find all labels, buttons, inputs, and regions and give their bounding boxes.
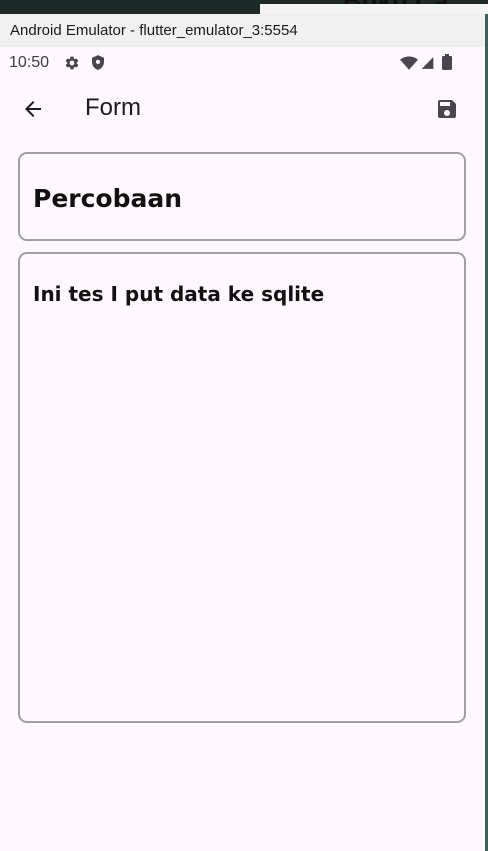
window-titlebar[interactable]: Android Emulator - flutter_emulator_3:55…: [0, 14, 485, 47]
page-title: Form: [85, 94, 141, 121]
background-strip: [260, 4, 488, 14]
save-button[interactable]: [427, 89, 467, 129]
status-time: 10:50: [9, 54, 50, 71]
back-button[interactable]: [13, 89, 53, 129]
window-title: Android Emulator - flutter_emulator_3:55…: [10, 22, 298, 39]
status-bar: 10:50: [0, 47, 485, 77]
signal-icon: [421, 57, 434, 69]
shield-icon: [92, 55, 104, 70]
title-field-value: Percobaan: [33, 184, 183, 213]
content-field[interactable]: Ini tes I put data ke sqlite: [18, 252, 466, 723]
wifi-icon: [400, 56, 418, 70]
app-bar: Form: [0, 77, 485, 141]
save-icon: [438, 100, 456, 118]
settings-icon: [65, 56, 79, 70]
background-window: Buku Ca: [0, 0, 488, 14]
battery-icon: [442, 54, 452, 70]
arrow-back-icon: [25, 101, 41, 117]
title-field[interactable]: Percobaan: [18, 152, 466, 241]
content-field-value: Ini tes I put data ke sqlite: [33, 282, 325, 306]
emulator-window: Android Emulator - flutter_emulator_3:55…: [0, 14, 485, 851]
